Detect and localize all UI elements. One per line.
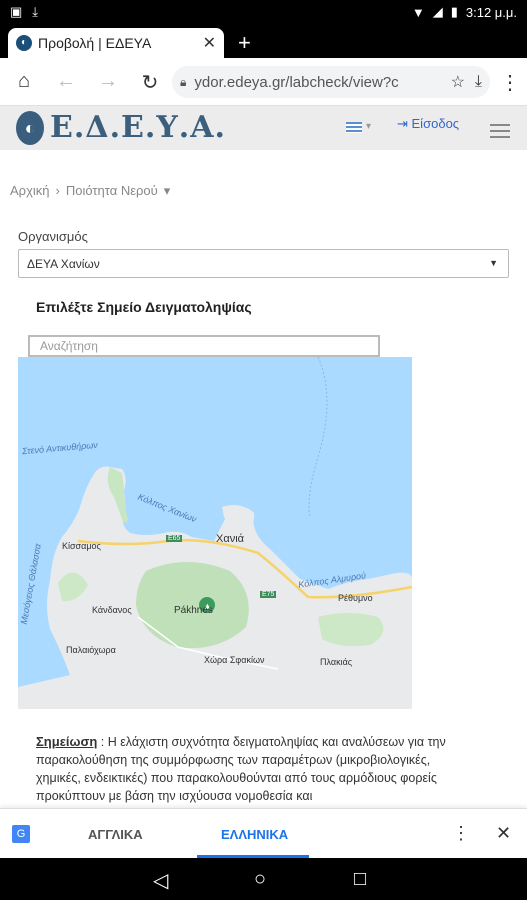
breadcrumb-separator-icon: ›: [55, 183, 60, 198]
map-label-chora-sfakion: Χώρα Σφακίων: [204, 655, 265, 665]
map-label-rethymno: Ρέθυμνο: [338, 593, 373, 603]
browser-toolbar: ⌂ ← → ↻ 🔒︎ ydor.edeya.gr/labcheck/view?c…: [0, 58, 527, 106]
forward-icon[interactable]: →: [96, 70, 120, 93]
nav-back-icon[interactable]: ◁: [153, 868, 168, 893]
signal-icon: ◢: [432, 4, 443, 19]
site-logo[interactable]: ◐ Ε.Δ.Ε.Υ.Α.: [16, 110, 226, 145]
favicon-icon: ◐: [16, 35, 32, 51]
map-label-e65: E65: [166, 535, 183, 542]
note-paragraph: Σημείωση : Η ελάχιστη συχνότητα δειγματο…: [36, 733, 476, 805]
map-label-chania: Χανιά: [216, 533, 244, 545]
system-nav-bar: ◁ ○ □: [0, 858, 527, 900]
sampling-point-title: Επιλέξτε Σημείο Δειγματοληψίας: [36, 299, 252, 315]
note-label: Σημείωση: [36, 734, 98, 749]
logo-text: Ε.Δ.Ε.Υ.Α.: [50, 110, 226, 145]
map-search-input[interactable]: Αναζήτηση: [28, 335, 380, 357]
image-icon: ▣: [10, 4, 23, 19]
logo-mark-icon: ◐: [16, 110, 44, 145]
translate-english-tab[interactable]: ΑΓΓΛΙΚΑ: [88, 827, 143, 842]
address-bar[interactable]: 🔒︎ ydor.edeya.gr/labcheck/view?c ☆ ⤓: [172, 66, 490, 98]
map-label-pakhnes: Pákhnes: [174, 605, 213, 616]
tab-title: Προβολή | ΕΔΕΥΑ: [38, 35, 152, 51]
chevron-down-icon[interactable]: ▾: [164, 183, 171, 199]
close-tab-icon[interactable]: ✕: [203, 33, 216, 53]
map-label-kandanos: Κάνδανος: [92, 605, 132, 615]
login-label: Είσοδος: [411, 116, 460, 131]
status-bar: ▣ ⤓ ▼ ◢ ▮ 3:12 μ.μ.: [0, 0, 527, 24]
map[interactable]: ▲ Στενό Αντικυθήρων Κόλπος Χανίων Κόλπος…: [18, 357, 412, 709]
back-icon[interactable]: ←: [54, 70, 78, 93]
org-select[interactable]: ΔΕΥΑ Χανίων ▼: [18, 249, 509, 278]
greek-flag-icon[interactable]: [346, 122, 362, 133]
breadcrumb: Αρχική › Ποιότητα Νερού ▾: [10, 183, 170, 199]
clock: 3:12 μ.μ.: [465, 4, 517, 20]
google-translate-icon: G: [12, 825, 30, 843]
url-text: ydor.edeya.gr/labcheck/view?c: [194, 73, 399, 91]
hamburger-menu-icon[interactable]: [490, 124, 510, 142]
site-header: ◐ Ε.Δ.Ε.Υ.Α. ▾ ⇥ Είσοδος: [0, 106, 527, 150]
map-label-e75: E75: [260, 591, 277, 598]
dropdown-caret-icon: ▼: [489, 258, 498, 268]
download-page-icon[interactable]: ⤓: [475, 73, 482, 91]
nav-recents-icon[interactable]: □: [354, 868, 366, 891]
tab-strip: ◐ Προβολή | ΕΔΕΥΑ ✕ +: [0, 24, 527, 58]
battery-icon: ▮: [450, 4, 458, 19]
translate-close-icon[interactable]: ✕: [496, 823, 511, 844]
map-label-plakias: Πλακιάς: [320, 657, 353, 667]
home-icon[interactable]: ⌂: [12, 70, 36, 93]
browser-tab[interactable]: ◐ Προβολή | ΕΔΕΥΑ ✕: [8, 28, 224, 58]
org-label: Οργανισμός: [18, 229, 88, 244]
lock-icon: 🔒︎: [180, 74, 187, 89]
translate-more-icon[interactable]: ⋮: [452, 823, 470, 844]
map-label-kissamos: Κίσσαμος: [62, 541, 101, 551]
map-label-paleochora: Παλαιόχωρα: [66, 645, 116, 655]
download-icon: ⤓: [32, 4, 39, 19]
bookmark-star-icon[interactable]: ☆: [451, 72, 465, 92]
nav-home-icon[interactable]: ○: [254, 868, 266, 891]
breadcrumb-section[interactable]: Ποιότητα Νερού: [66, 183, 158, 199]
translate-greek-tab[interactable]: ΕΛΛΗΝΙΚΑ: [221, 827, 288, 842]
translate-bar: G ΑΓΓΛΙΚΑ ΕΛΛΗΝΙΚΑ ⋮ ✕: [0, 808, 527, 858]
chevron-down-icon[interactable]: ▾: [366, 121, 371, 132]
wifi-icon: ▼: [411, 4, 425, 20]
note-text: : Η ελάχιστη συχνότητα δειγματοληψίας κα…: [36, 735, 446, 803]
org-select-value: ΔΕΥΑ Χανίων: [27, 257, 100, 271]
login-icon: ⇥: [397, 116, 412, 131]
reload-icon[interactable]: ↻: [138, 70, 162, 95]
new-tab-icon[interactable]: +: [238, 30, 251, 56]
breadcrumb-home[interactable]: Αρχική: [10, 183, 50, 199]
login-link[interactable]: ⇥ Είσοδος: [397, 116, 459, 132]
more-menu-icon[interactable]: ⋮: [498, 70, 522, 95]
